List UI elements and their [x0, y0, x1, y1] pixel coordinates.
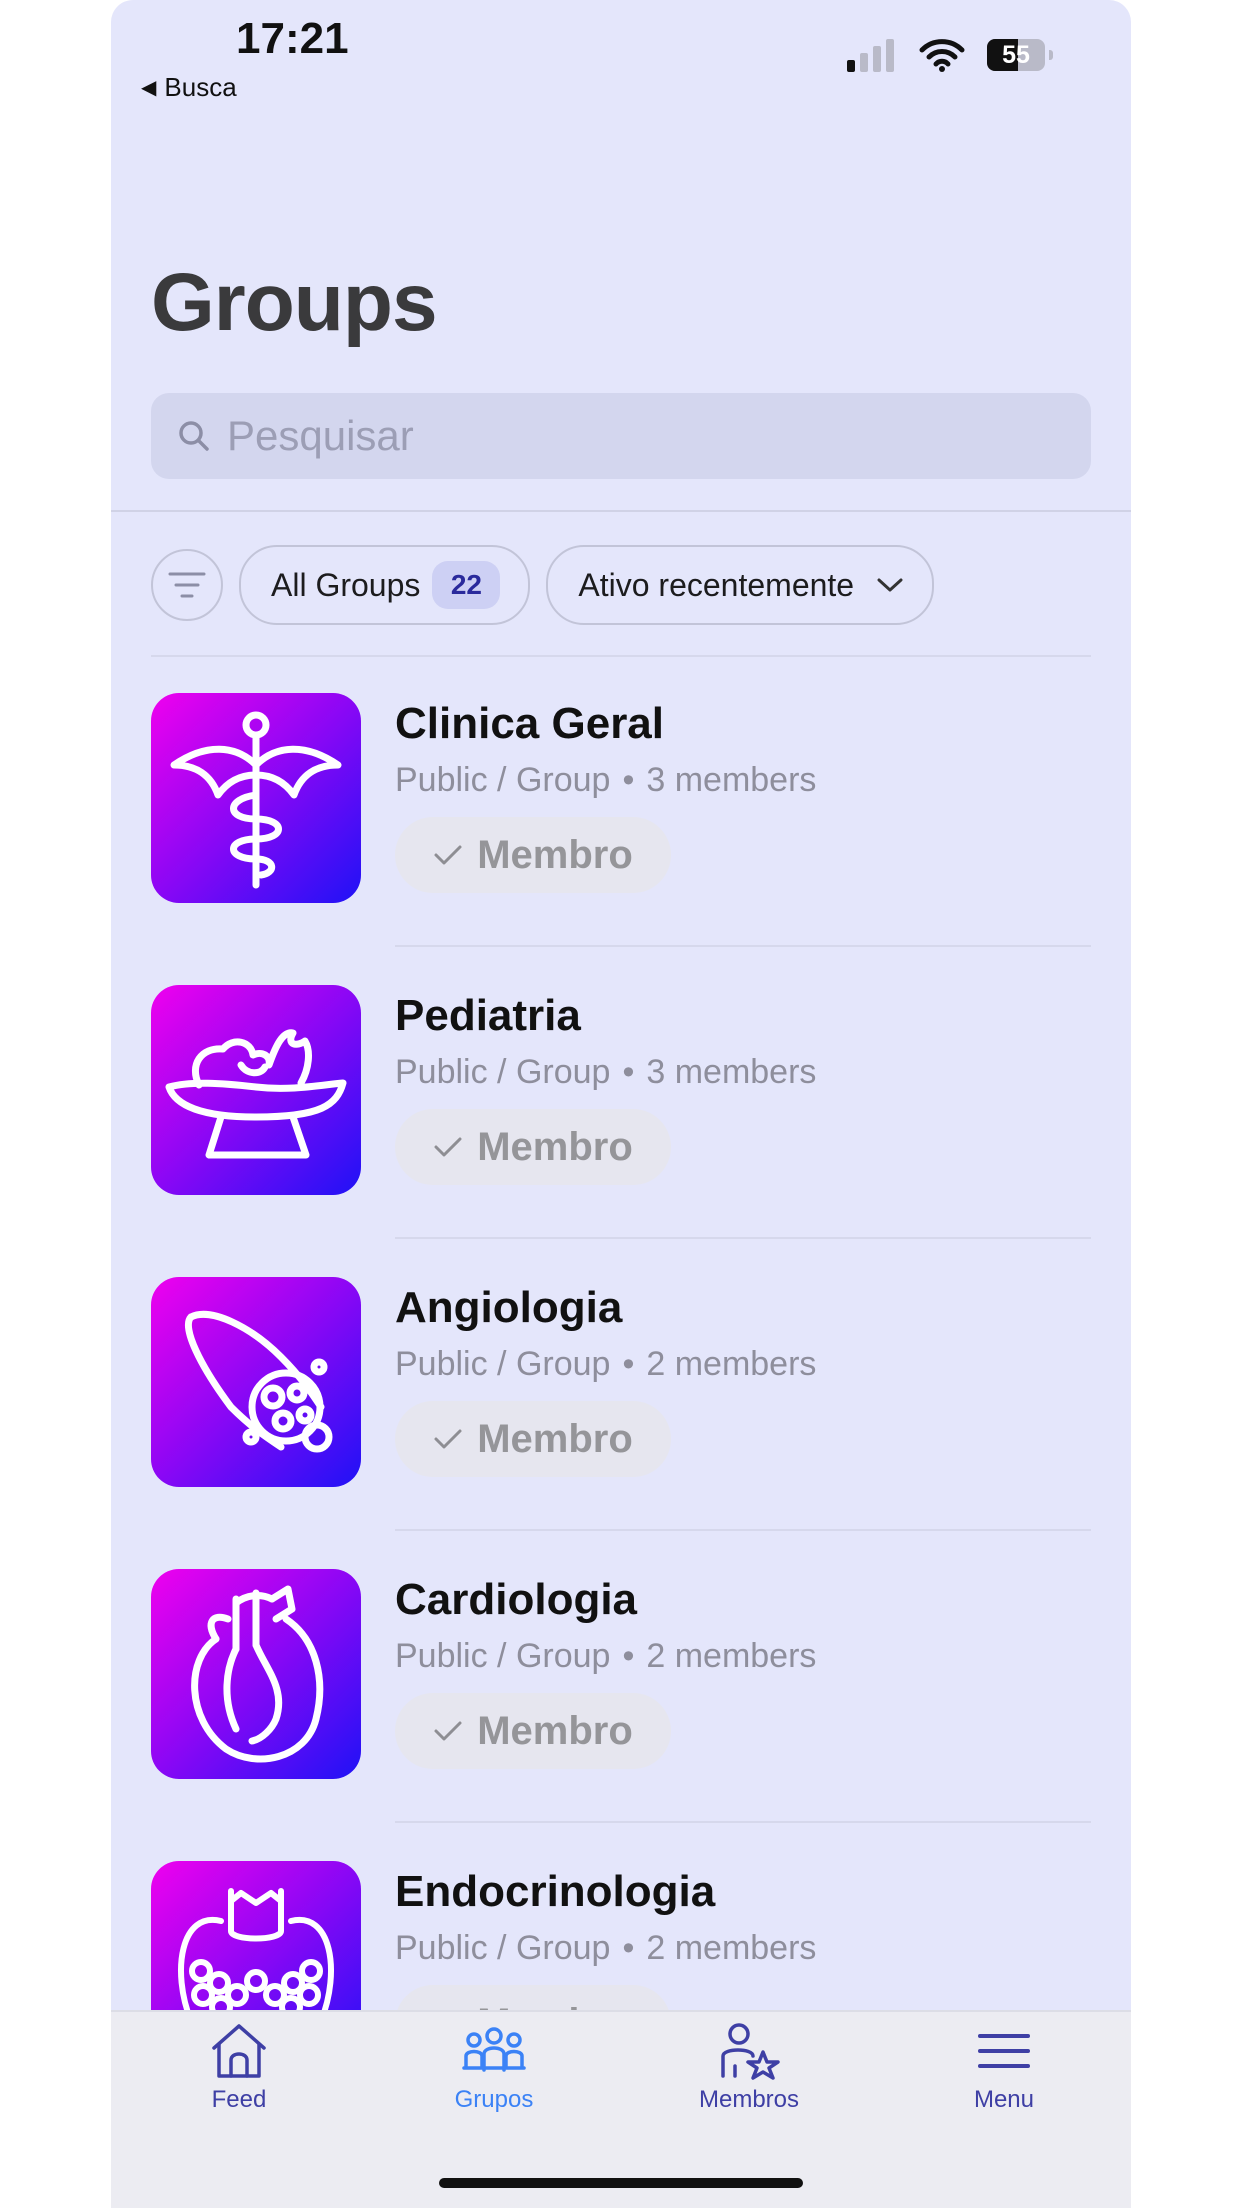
member-button[interactable]: Membro — [395, 1401, 671, 1477]
blood-vessel-icon — [184, 1310, 333, 1453]
tab-feed-label: Feed — [211, 2086, 267, 2113]
group-members: 2 members — [646, 1345, 817, 1383]
checkmark-icon — [434, 1137, 462, 1157]
separator-dot: • — [622, 1053, 635, 1091]
group-meta: Public / Group • 2 members — [395, 1929, 816, 1968]
baby-scale-icon — [165, 1029, 347, 1159]
group-row-angiologia[interactable]: Angiologia Public / Group • 2 members Memb… — [151, 1239, 1091, 1531]
back-arrow-icon: ◀ — [141, 77, 157, 99]
tab-grupos[interactable]: Grupos — [394, 2022, 594, 2114]
group-members: 3 members — [646, 761, 817, 799]
back-to-search-button[interactable]: ◀ Busca — [141, 72, 237, 103]
filter-icon — [168, 572, 206, 598]
wifi-icon — [919, 39, 965, 72]
group-name: Clinica Geral — [395, 699, 665, 748]
group-meta: Public / Group • 2 members — [395, 1345, 816, 1384]
search-bar[interactable] — [151, 393, 1091, 479]
checkmark-icon — [434, 845, 462, 865]
sort-dropdown[interactable]: Ativo recentemente — [546, 545, 935, 625]
group-avatar[interactable] — [151, 1569, 361, 1779]
header-divider — [111, 510, 1131, 512]
member-button-label: Membro — [477, 832, 633, 877]
group-meta: Public / Group • 3 members — [395, 1053, 816, 1092]
group-members: 2 members — [646, 1929, 817, 1967]
group-type: Public / Group — [395, 1345, 611, 1383]
status-time: 17:21 — [236, 14, 349, 63]
app-screen: 17:21 ◀ Busca 55 Groups Pesquisar All Gr… — [111, 0, 1131, 2208]
group-type: Public / Group — [395, 1929, 611, 1967]
filter-bar: All Groups 22 Ativo recentemente — [151, 545, 935, 625]
all-groups-filter[interactable]: All Groups 22 — [239, 545, 531, 625]
cellular-signal-icon — [847, 39, 894, 72]
chevron-down-icon — [877, 578, 903, 592]
status-icons: 55 — [845, 38, 1053, 72]
battery-icon: 55 — [987, 39, 1045, 71]
checkmark-icon — [434, 1721, 462, 1741]
all-groups-count-badge: 22 — [432, 561, 501, 609]
tab-grupos-label: Grupos — [454, 2086, 534, 2113]
member-button-label: Membro — [477, 1124, 633, 1169]
group-meta: Public / Group • 2 members — [395, 1637, 816, 1676]
group-avatar[interactable] — [151, 1277, 361, 1487]
back-label: Busca — [164, 72, 237, 102]
search-icon — [179, 421, 209, 451]
group-name: Pediatria — [395, 991, 581, 1040]
separator-dot: • — [622, 1929, 635, 1967]
battery-level: 55 — [1002, 40, 1030, 69]
group-avatar[interactable] — [151, 693, 361, 903]
group-type: Public / Group — [395, 1053, 611, 1091]
member-button[interactable]: Membro — [395, 1109, 671, 1185]
sort-label: Ativo recentemente — [578, 566, 855, 603]
tab-menu[interactable]: Menu — [904, 2022, 1104, 2114]
home-icon — [212, 2024, 266, 2078]
group-type: Public / Group — [395, 761, 611, 799]
group-type: Public / Group — [395, 1637, 611, 1675]
member-button-label: Membro — [477, 1416, 633, 1461]
caduceus-icon — [170, 711, 342, 889]
tab-membros[interactable]: Membros — [649, 2022, 849, 2114]
search-input[interactable] — [225, 411, 1029, 461]
page-title: Groups — [151, 257, 438, 348]
groups-icon — [462, 2027, 526, 2072]
member-button[interactable]: Membro — [395, 1693, 671, 1769]
group-members: 2 members — [646, 1637, 817, 1675]
filter-button[interactable] — [151, 549, 223, 621]
heart-icon — [191, 1585, 324, 1763]
battery-tip — [1049, 50, 1053, 60]
group-name: Cardiologia — [395, 1575, 638, 1624]
member-button-label: Membro — [477, 1708, 633, 1753]
group-row-pediatria[interactable]: Pediatria Public / Group • 3 members Membr… — [151, 947, 1091, 1239]
group-name: Angiologia — [395, 1283, 623, 1332]
checkmark-icon — [434, 1429, 462, 1449]
home-indicator[interactable] — [439, 2178, 803, 2188]
separator-dot: • — [622, 761, 635, 799]
separator-dot: • — [622, 1345, 635, 1383]
group-row-cardiologia[interactable]: Cardiologia Public / Group • 2 members Mem… — [151, 1531, 1091, 1823]
group-row-clinica-geral[interactable]: Clinica Geral Public / Group • 3 members M… — [151, 655, 1091, 947]
tab-membros-label: Membros — [698, 2086, 800, 2113]
group-avatar[interactable] — [151, 985, 361, 1195]
member-star-icon — [721, 2023, 780, 2080]
group-members: 3 members — [646, 1053, 817, 1091]
group-name: Endocrinologia — [395, 1867, 716, 1916]
tab-menu-label: Menu — [973, 2086, 1035, 2113]
all-groups-label: All Groups — [271, 566, 421, 603]
tab-feed[interactable]: Feed — [139, 2022, 339, 2114]
group-meta: Public / Group • 3 members — [395, 761, 816, 800]
separator-dot: • — [622, 1637, 635, 1675]
member-button[interactable]: Membro — [395, 817, 671, 893]
hamburger-icon — [978, 2034, 1030, 2068]
